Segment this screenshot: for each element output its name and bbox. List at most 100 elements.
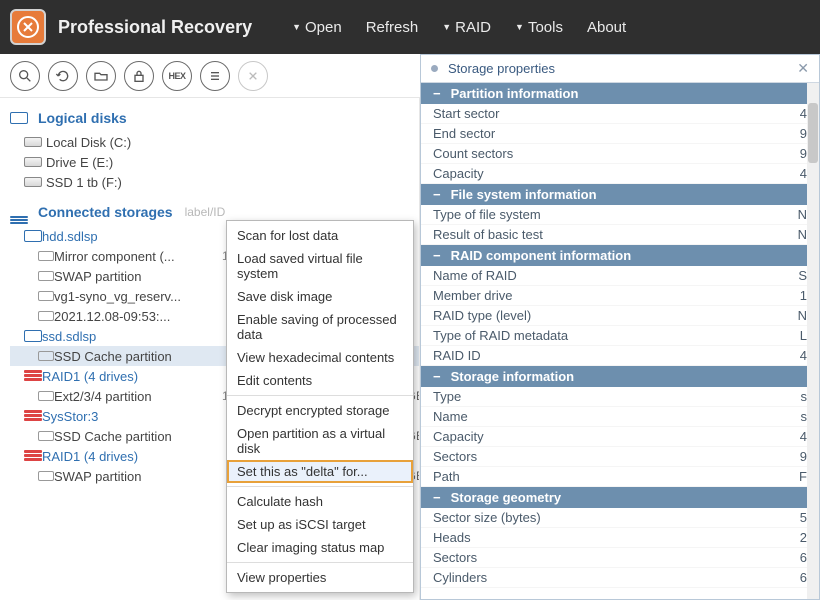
property-value: 9 — [795, 449, 807, 464]
property-section-title: Storage information — [451, 369, 575, 384]
logical-disk-row[interactable]: Local Disk (C:) — [10, 132, 419, 152]
property-row: Sectors9 — [421, 447, 819, 467]
search-icon — [17, 68, 33, 84]
context-menu-item[interactable]: Set this as "delta" for... — [227, 460, 413, 483]
property-section-title: Partition information — [451, 86, 579, 101]
refresh-button[interactable] — [48, 61, 78, 91]
property-row: Types — [421, 387, 819, 407]
close-icon — [245, 68, 261, 84]
context-menu-item[interactable]: Enable saving of processed data — [227, 308, 413, 346]
property-section-header[interactable]: −RAID component information — [421, 245, 819, 266]
context-menu-item[interactable]: View properties — [227, 566, 413, 589]
menu-refresh[interactable]: Refresh — [366, 19, 419, 36]
app-logo — [10, 9, 46, 45]
property-key: Start sector — [433, 106, 795, 121]
property-value: 5 — [795, 510, 807, 525]
property-row: Count sectors9 — [421, 144, 819, 164]
partition-icon — [38, 251, 54, 261]
context-menu-item[interactable]: Save disk image — [227, 285, 413, 308]
property-value: 4 — [795, 106, 807, 121]
lock-button[interactable] — [124, 61, 154, 91]
menu-tools-label: Tools — [528, 19, 563, 36]
property-row: Member drive1 — [421, 286, 819, 306]
property-row: Cylinders6 — [421, 568, 819, 588]
disk-label: SSD 1 tb (F:) — [46, 175, 214, 190]
context-menu-item[interactable]: View hexadecimal contents — [227, 346, 413, 369]
logical-disks-label: Logical disks — [38, 110, 127, 126]
property-row: Heads2 — [421, 528, 819, 548]
list-icon — [207, 68, 223, 84]
property-value: 2 — [795, 530, 807, 545]
property-key: Heads — [433, 530, 795, 545]
context-menu-item[interactable]: Calculate hash — [227, 490, 413, 513]
hex-button[interactable]: HEX — [162, 61, 192, 91]
logical-disk-row[interactable]: Drive E (E:) — [10, 152, 419, 172]
scrollbar-thumb[interactable] — [808, 103, 818, 163]
properties-close-button[interactable]: ✕ — [797, 60, 809, 77]
property-value: F — [795, 469, 807, 484]
raid-icon — [24, 410, 42, 422]
property-value: L — [795, 328, 807, 343]
property-row: Capacity4 — [421, 164, 819, 184]
properties-header: Storage properties ✕ — [421, 55, 819, 83]
partition-icon — [38, 391, 54, 401]
property-section-header[interactable]: −Storage geometry — [421, 487, 819, 508]
folder-icon — [93, 68, 109, 84]
section-logical-disks: Logical disks Local Disk (C:) Drive E (E:… — [0, 98, 419, 192]
property-row: Name of RAIDS — [421, 266, 819, 286]
logical-disk-row[interactable]: SSD 1 tb (F:) — [10, 172, 419, 192]
search-button[interactable] — [10, 61, 40, 91]
property-row: Capacity4 — [421, 427, 819, 447]
property-key: Count sectors — [433, 146, 795, 161]
property-key: Result of basic test — [433, 227, 795, 242]
context-menu-item[interactable]: Scan for lost data — [227, 224, 413, 247]
partition-icon — [38, 311, 54, 321]
property-key: Type of file system — [433, 207, 795, 222]
menu-open[interactable]: ▼Open — [292, 19, 342, 36]
menu-raid[interactable]: ▼RAID — [442, 19, 491, 36]
main: Logical disks Local Disk (C:) Drive E (E:… — [0, 98, 820, 600]
property-value: N — [795, 308, 807, 323]
partition-icon — [38, 351, 54, 361]
property-row: Sector size (bytes)5 — [421, 508, 819, 528]
properties-body: −Partition informationStart sector4End s… — [421, 83, 819, 599]
close-button[interactable] — [238, 61, 268, 91]
disk-icon — [24, 157, 46, 167]
context-menu-item[interactable]: Clear imaging status map — [227, 536, 413, 559]
context-menu-item[interactable]: Open partition as a virtual disk — [227, 422, 413, 460]
partition-icon — [38, 271, 54, 281]
property-section-header[interactable]: −Storage information — [421, 366, 819, 387]
property-value: 4 — [795, 166, 807, 181]
context-menu-item[interactable]: Edit contents — [227, 369, 413, 392]
scrollbar[interactable] — [807, 83, 819, 599]
context-menu-item[interactable]: Set up as iSCSI target — [227, 513, 413, 536]
disk-label: Drive E (E:) — [46, 155, 214, 170]
logical-disks-head[interactable]: Logical disks — [10, 104, 419, 132]
property-row: Start sector4 — [421, 104, 819, 124]
property-section-header[interactable]: −File system information — [421, 184, 819, 205]
partition-label: SSD Cache partition — [54, 349, 222, 364]
collapse-icon: − — [433, 187, 441, 202]
menu-tools[interactable]: ▼Tools — [515, 19, 563, 36]
property-row: RAID ID4 — [421, 346, 819, 366]
property-row: RAID type (level)N — [421, 306, 819, 326]
app-title: Professional Recovery — [58, 17, 252, 38]
context-menu-item[interactable]: Decrypt encrypted storage — [227, 399, 413, 422]
property-key: Type — [433, 389, 795, 404]
partition-icon — [38, 471, 54, 481]
property-section-header[interactable]: −Partition information — [421, 83, 819, 104]
property-key: Capacity — [433, 166, 795, 181]
partition-label: SSD Cache partition — [54, 429, 222, 444]
context-menu-item[interactable]: Load saved virtual file system — [227, 247, 413, 285]
partition-label: Ext2/3/4 partition — [54, 389, 222, 404]
wrench-icon — [16, 15, 40, 39]
open-file-button[interactable] — [86, 61, 116, 91]
menu-about[interactable]: About — [587, 19, 626, 36]
menu-about-label: About — [587, 19, 626, 36]
connected-storages-sublabel: label/ID — [185, 205, 226, 219]
partition-label: SWAP partition — [54, 469, 222, 484]
raid-icon — [24, 370, 42, 382]
property-key: Sectors — [433, 449, 795, 464]
dot-icon — [431, 65, 438, 72]
list-button[interactable] — [200, 61, 230, 91]
